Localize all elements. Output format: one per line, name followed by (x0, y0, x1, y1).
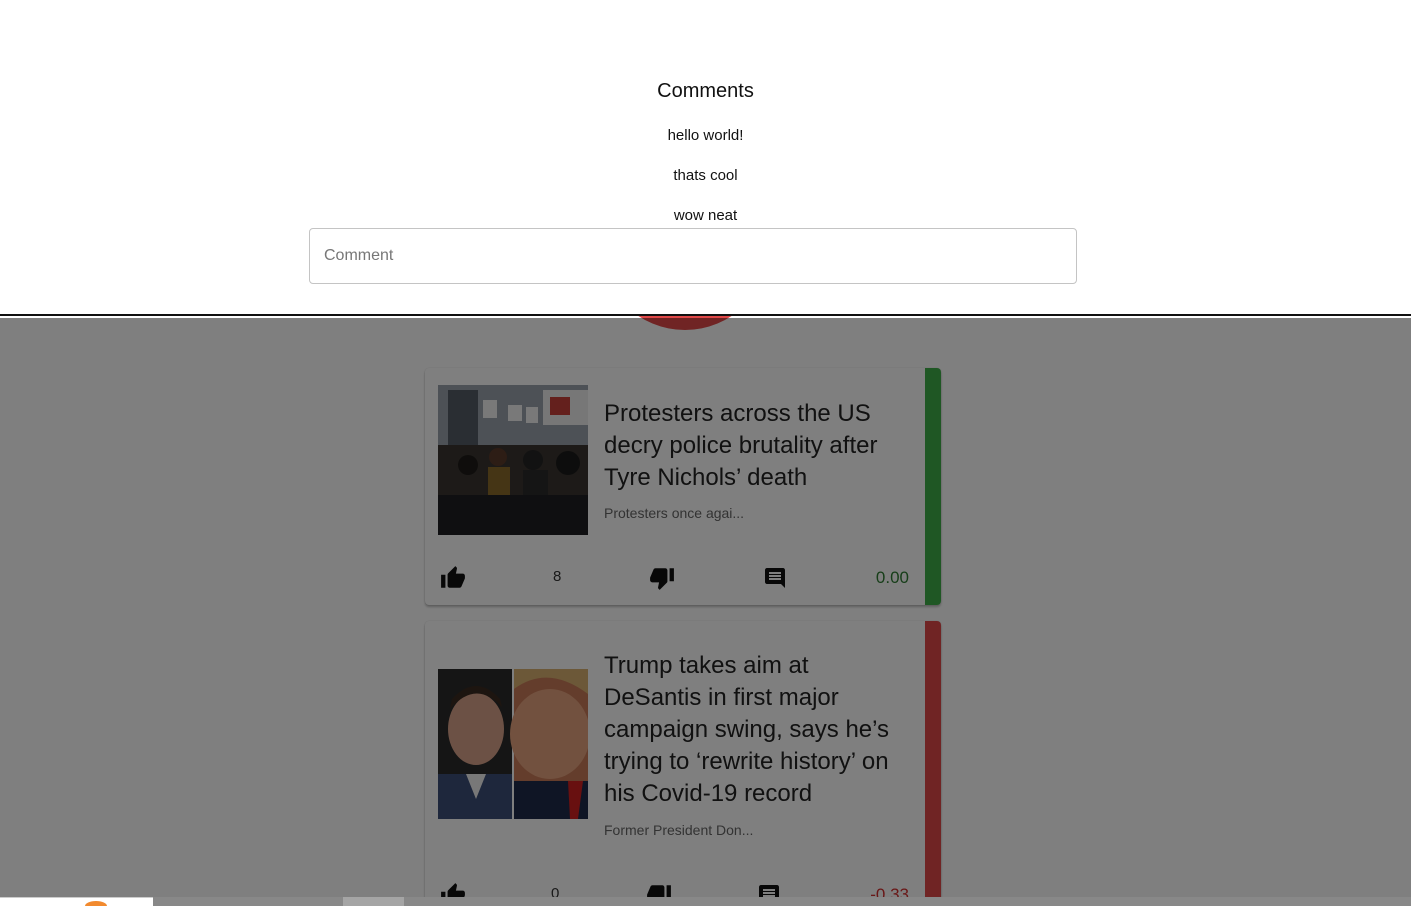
comment-item: wow neat (673, 207, 738, 224)
taskbar (0, 897, 1411, 906)
app-icon[interactable] (85, 901, 107, 906)
taskbar-tab[interactable] (0, 897, 153, 906)
comment-item: hello world! (667, 127, 744, 144)
comments-panel: Comments hello world! thats cool wow nea… (0, 0, 1411, 316)
comment-item: thats cool (673, 167, 738, 184)
modal-backdrop[interactable] (0, 318, 1411, 906)
comments-heading: Comments (657, 80, 754, 102)
taskbar-tab[interactable] (343, 897, 404, 906)
comment-input[interactable] (309, 228, 1077, 284)
